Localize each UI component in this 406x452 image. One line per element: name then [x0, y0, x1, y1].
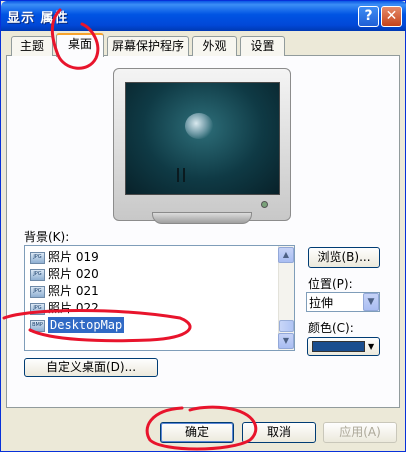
background-label: 背景(K): — [24, 230, 70, 244]
list-item-label: 照片 020 — [48, 267, 99, 281]
moon-image — [185, 113, 213, 139]
window-title: 显示 属性 — [7, 11, 69, 26]
list-item[interactable]: JPG 照片 020 — [28, 266, 278, 282]
position-label: 位置(P): — [308, 277, 353, 291]
power-led-icon — [261, 201, 268, 208]
ok-button[interactable]: 确定 — [160, 422, 234, 443]
chevron-down-icon[interactable]: ▼ — [363, 293, 379, 311]
list-item-label: 照片 019 — [48, 250, 99, 264]
apply-button[interactable]: 应用(A) — [323, 422, 397, 443]
jpeg-file-icon: JPG — [30, 286, 45, 298]
list-item[interactable]: JPG 照片 021 — [28, 283, 278, 299]
tab-appearance[interactable]: 外观 — [192, 36, 237, 56]
scroll-up-icon[interactable]: ▲ — [278, 247, 294, 263]
monitor-stand — [152, 212, 252, 224]
list-item-label: 照片 021 — [48, 284, 99, 298]
help-button[interactable]: ? — [358, 6, 379, 27]
scroll-thumb[interactable] — [279, 320, 294, 332]
jpeg-file-icon: JPG — [30, 269, 45, 281]
color-label: 颜色(C): — [308, 321, 354, 335]
chevron-down-icon: ▼ — [368, 342, 375, 351]
color-swatch — [312, 341, 365, 352]
tab-screensaver[interactable]: 屏幕保护程序 — [107, 36, 189, 56]
title-bar[interactable]: 显示 属性 ? ✕ — [1, 1, 406, 31]
tab-desktop[interactable]: 桌面 — [56, 33, 104, 57]
tab-themes[interactable]: 主题 — [11, 36, 53, 56]
scroll-down-icon[interactable]: ▼ — [278, 333, 294, 349]
list-item-label: 照片 022 — [48, 301, 99, 315]
close-button[interactable]: ✕ — [381, 6, 402, 27]
customize-desktop-button[interactable]: 自定义桌面(D)... — [24, 358, 158, 377]
list-item-label: DesktopMap — [48, 317, 125, 333]
list-item[interactable]: JPG 照片 022 — [28, 300, 278, 316]
jpeg-file-icon: JPG — [30, 252, 45, 264]
cancel-button[interactable]: 取消 — [242, 422, 316, 443]
position-value: 拉伸 — [309, 296, 334, 310]
silhouette-image — [177, 168, 185, 182]
list-item-selected[interactable]: BMP DesktopMap — [28, 317, 278, 333]
browse-button[interactable]: 浏览(B)... — [308, 247, 380, 268]
bmp-file-icon: BMP — [30, 320, 45, 332]
tab-settings[interactable]: 设置 — [240, 36, 285, 56]
jpeg-file-icon: JPG — [30, 303, 45, 315]
list-item[interactable]: JPG 照片 019 — [28, 249, 278, 265]
